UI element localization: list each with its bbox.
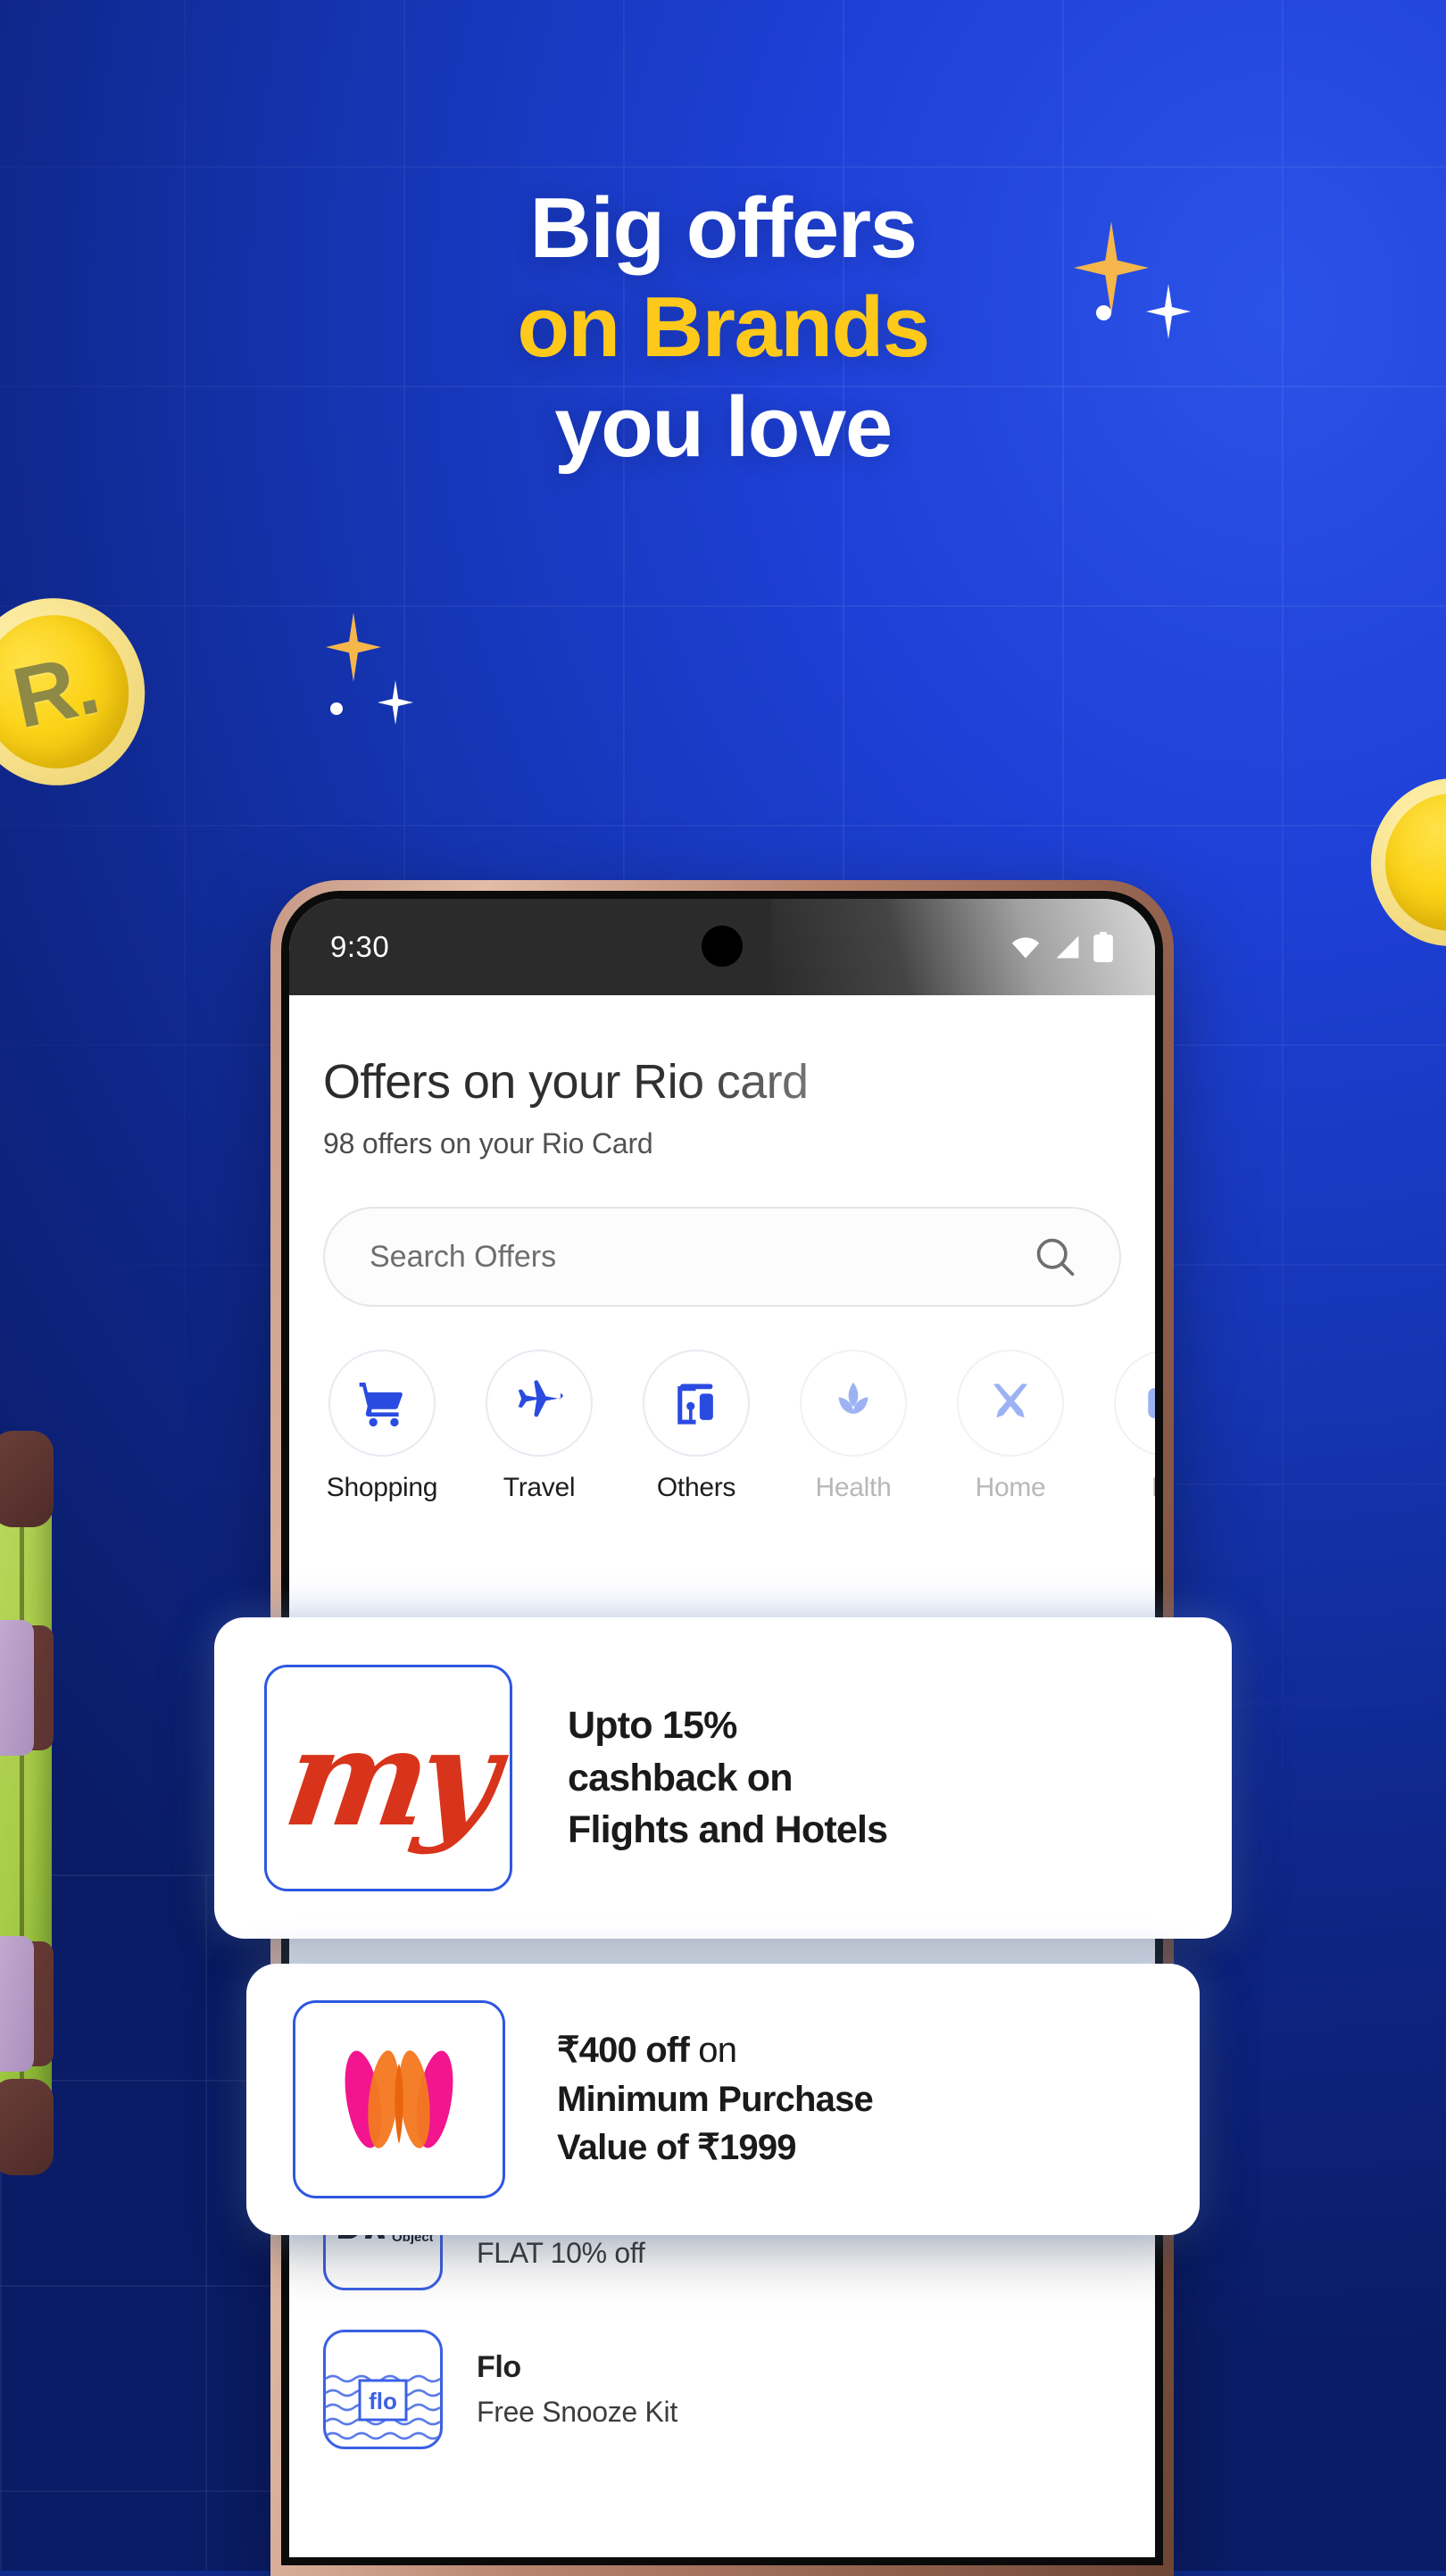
offer-card-text: ₹400 off on Minimum Purchase Value of ₹1…: [557, 2026, 874, 2172]
search-icon: [1036, 1238, 1075, 1276]
cart-icon: [359, 1383, 403, 1427]
makemytrip-logo-text: my: [276, 1699, 501, 1857]
offer-line-1: Upto 15%: [568, 1704, 737, 1748]
signal-icon: [1056, 935, 1079, 959]
hero-headline: Big offers on Brands you love: [0, 179, 1446, 477]
camera-notch: [702, 926, 743, 967]
wifi-icon: [1011, 937, 1040, 959]
offer-card-myntra[interactable]: ₹400 off on Minimum Purchase Value of ₹1…: [246, 1964, 1200, 2235]
status-bar: 9:30: [289, 899, 1155, 1004]
offer-amount: ₹400 off: [557, 2031, 690, 2071]
category-label: Health: [815, 1473, 892, 1502]
category-travel[interactable]: Travel: [480, 1350, 598, 1503]
list-item[interactable]: flo Flo Free Snooze Kit: [323, 2310, 1121, 2469]
list-item-offer: FLAT 10% off: [477, 2237, 645, 2269]
list-item-offer: Free Snooze Kit: [477, 2396, 677, 2428]
myntra-logo: [293, 2000, 505, 2198]
hero-line-3: you love: [554, 378, 893, 475]
category-label: Others: [656, 1473, 736, 1502]
offer-card-makemytrip[interactable]: my Upto 15% cashback on Flights and Hote…: [214, 1617, 1232, 1939]
leaf-icon: [838, 1382, 868, 1414]
plane-icon: [518, 1380, 563, 1417]
category-entertainment[interactable]: En: [1109, 1350, 1155, 1503]
offer-line-3: Flights and Hotels: [568, 1808, 888, 1852]
other-icon: [1148, 1388, 1155, 1418]
offer-line-2: cashback on: [568, 1756, 794, 1799]
hero-line-1: Big offers: [529, 180, 918, 276]
offer-line-3: Value of ₹1999: [557, 2128, 797, 2168]
coin-left-label: R.: [4, 636, 106, 747]
bag-icon: [677, 1384, 713, 1425]
sparkle-white-icon: [1146, 284, 1191, 339]
category-label: Travel: [503, 1473, 576, 1502]
sparkle-white-2-icon: [378, 680, 413, 725]
category-label: Home: [975, 1473, 1046, 1502]
tools-icon: [993, 1384, 1028, 1418]
offer-card-text: Upto 15% cashback on Flights and Hotels: [568, 1699, 888, 1856]
sparkle-gold-icon: [1074, 221, 1149, 314]
page-subtitle: 98 offers on your Rio Card: [323, 1127, 1121, 1160]
page-title: Offers on your Rio card: [323, 1054, 1121, 1109]
category-row: Shopping Travel Others Health Home: [323, 1350, 1155, 1503]
offer-amount-suffix: on: [688, 2031, 737, 2071]
category-others[interactable]: Others: [637, 1350, 755, 1503]
myntra-mark-icon: [345, 2050, 453, 2148]
hero-line-2: on Brands: [517, 279, 930, 376]
svg-text:flo: flo: [369, 2388, 397, 2414]
luggage-decoration: [0, 1431, 54, 2175]
search-input[interactable]: Search Offers: [323, 1207, 1121, 1307]
list-item-brand: Flo: [477, 2350, 521, 2384]
flo-logo: flo: [323, 2330, 443, 2449]
search-placeholder: Search Offers: [370, 1239, 557, 1274]
category-health[interactable]: Health: [794, 1350, 912, 1503]
sparkle-dot-2-icon: [330, 702, 343, 715]
offer-line-2: Minimum Purchase: [557, 2079, 874, 2119]
sparkle-gold-2-icon: [326, 612, 381, 682]
makemytrip-logo: my: [264, 1665, 512, 1891]
category-shopping[interactable]: Shopping: [323, 1350, 441, 1503]
category-label: Shopping: [326, 1473, 438, 1502]
battery-icon: [1093, 932, 1113, 962]
category-home[interactable]: Home: [952, 1350, 1069, 1503]
category-label: En: [1151, 1473, 1155, 1503]
sparkle-dot-icon: [1096, 305, 1111, 320]
flo-mark-icon: flo: [326, 2374, 440, 2440]
status-time: 9:30: [330, 930, 390, 963]
offer-line-1: ₹400 off on: [557, 2026, 873, 2074]
